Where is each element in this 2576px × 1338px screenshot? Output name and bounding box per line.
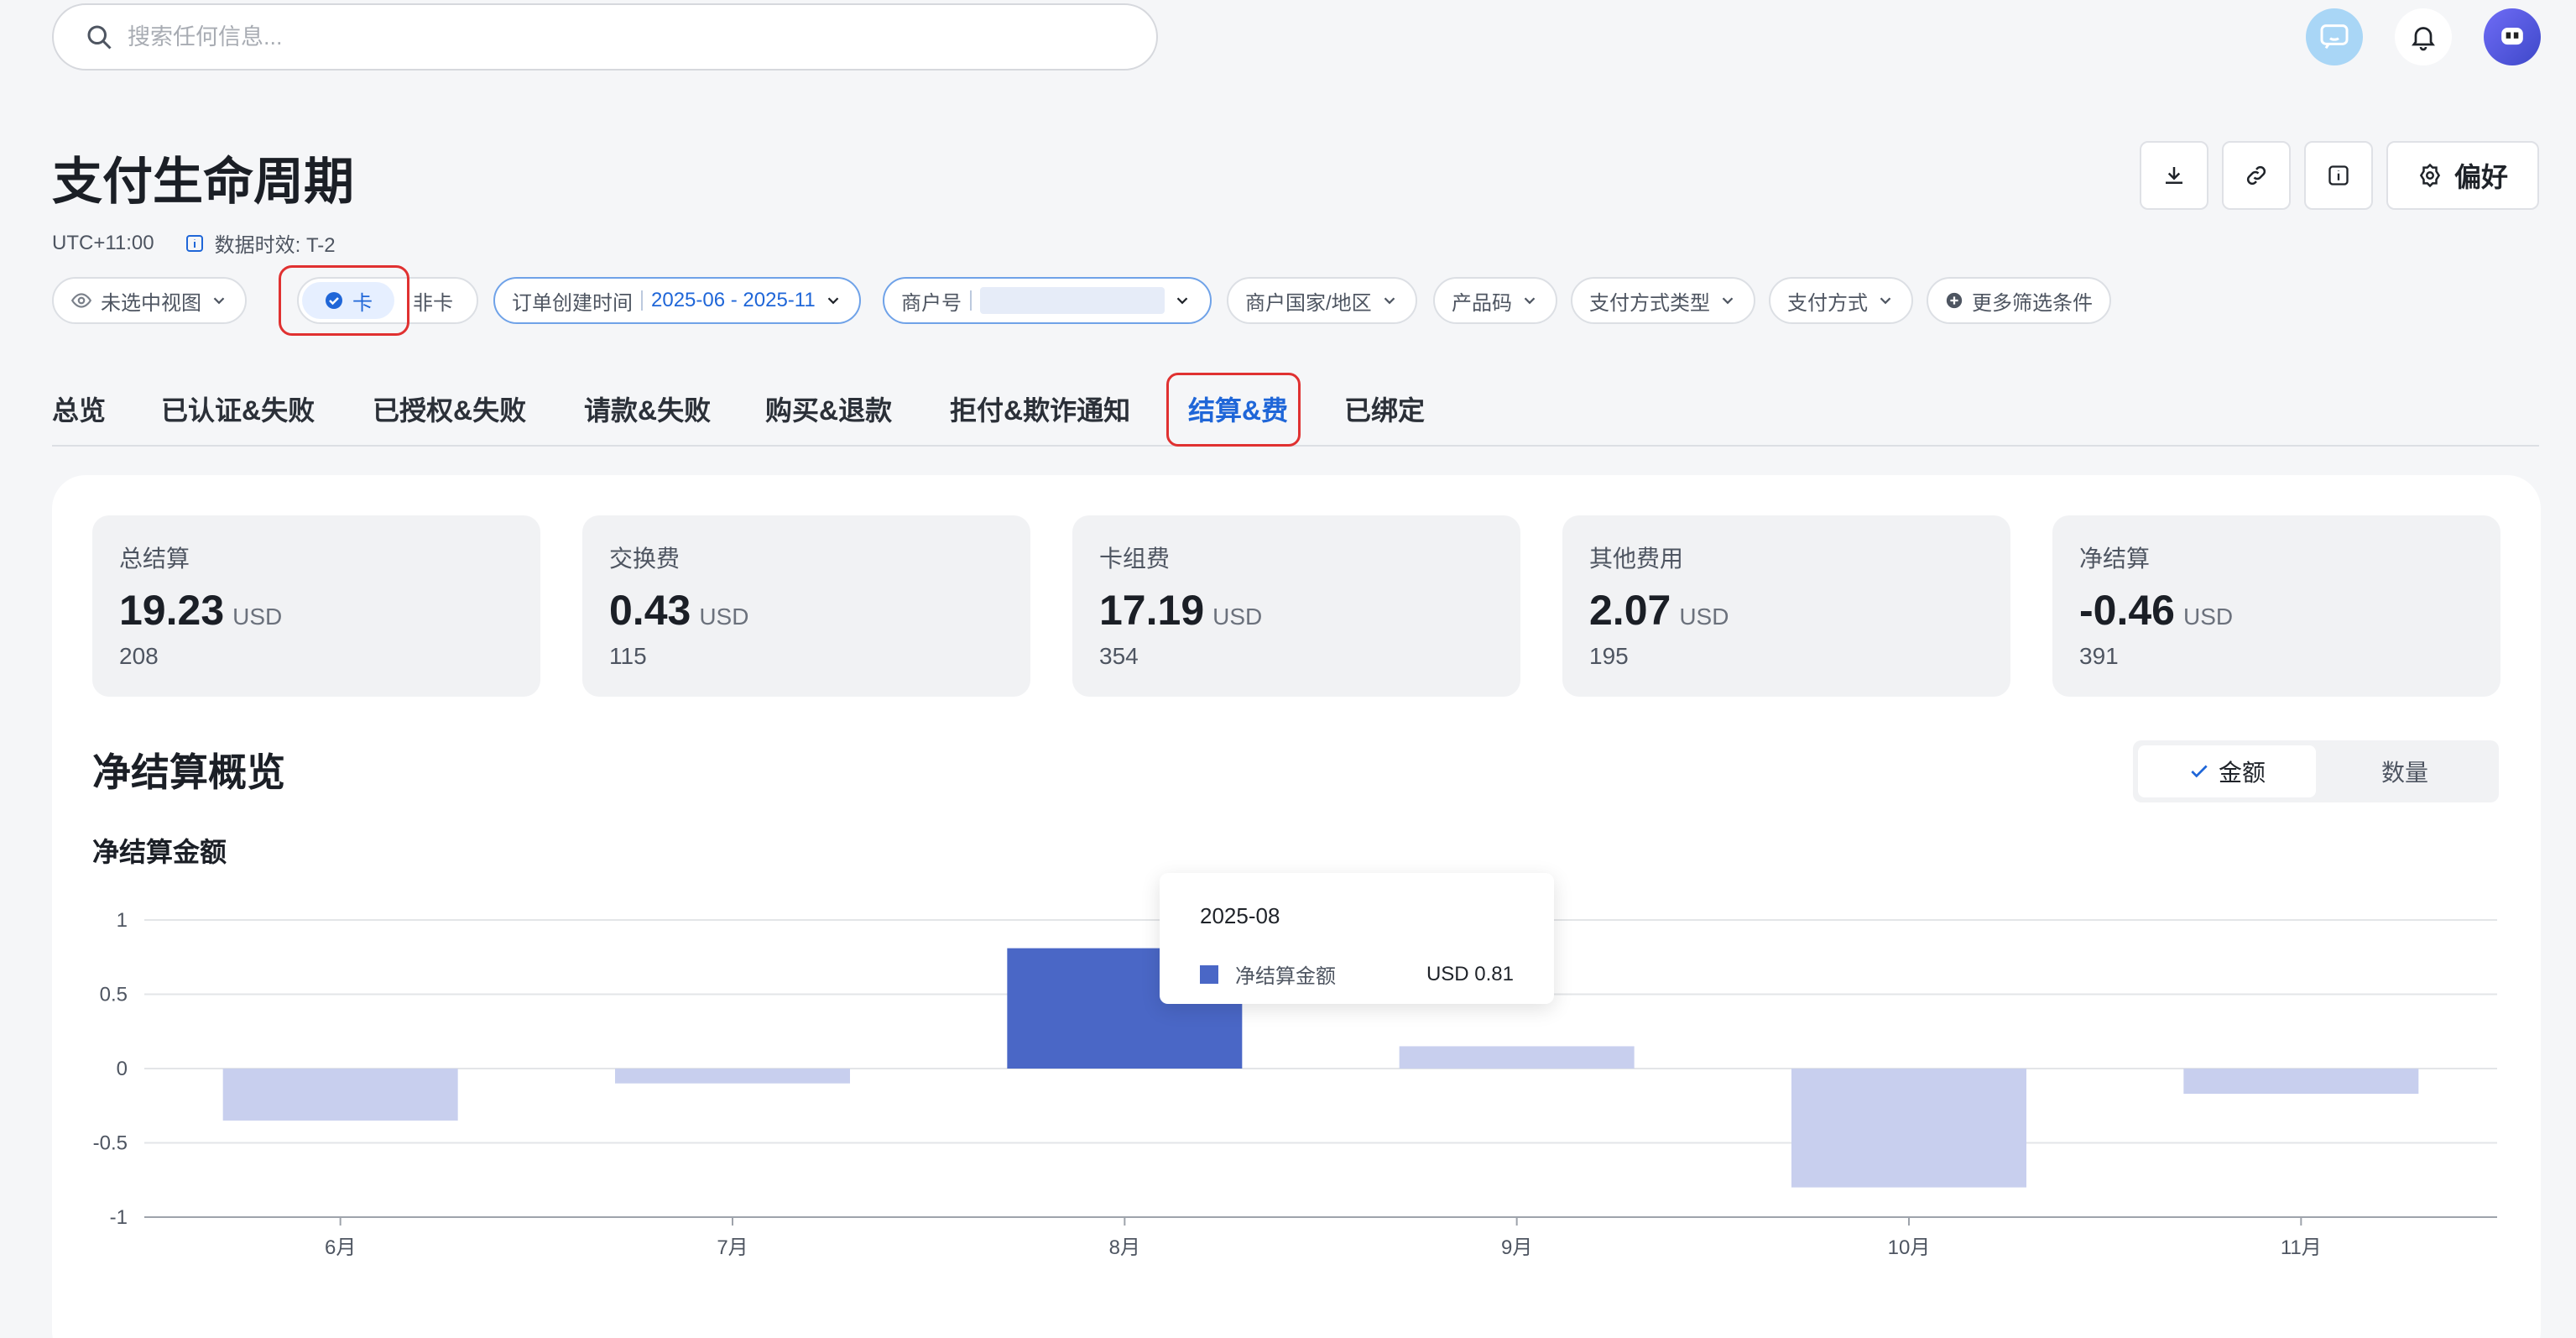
chart-bar bbox=[615, 1069, 850, 1084]
chart-bar bbox=[1791, 1069, 2026, 1188]
x-tick-label: 9月 bbox=[1501, 1236, 1532, 1259]
tooltip-date: 2025-08 bbox=[1200, 903, 1280, 928]
y-tick-label: -0.5 bbox=[93, 1132, 128, 1155]
x-tick-label: 8月 bbox=[1109, 1236, 1140, 1259]
tooltip-series-name: 净结算金额 bbox=[1235, 965, 1336, 988]
net-settlement-chart: 1 0.5 0 -0.5 -1 6月 7月 8月 9月 10月 11月 bbox=[93, 909, 2497, 1259]
y-tick-label: 0.5 bbox=[100, 984, 128, 1006]
y-tick-label: 0 bbox=[117, 1058, 128, 1080]
tooltip-value: USD 0.81 bbox=[1426, 962, 1514, 985]
y-tick-label: 1 bbox=[117, 909, 128, 932]
x-tick-label: 7月 bbox=[717, 1236, 748, 1259]
tooltip-swatch bbox=[1200, 964, 1218, 984]
chart-tooltip: 2025-08 净结算金额 USD 0.81 bbox=[1160, 873, 1554, 1004]
x-tick-label: 6月 bbox=[325, 1236, 356, 1259]
chart-bar bbox=[222, 1069, 458, 1121]
y-tick-label: -1 bbox=[110, 1206, 128, 1229]
x-tick-label: 11月 bbox=[2281, 1236, 2322, 1259]
chart-bar bbox=[2183, 1069, 2419, 1095]
chart-bar bbox=[1399, 1046, 1635, 1069]
x-tick-label: 10月 bbox=[1888, 1236, 1931, 1259]
